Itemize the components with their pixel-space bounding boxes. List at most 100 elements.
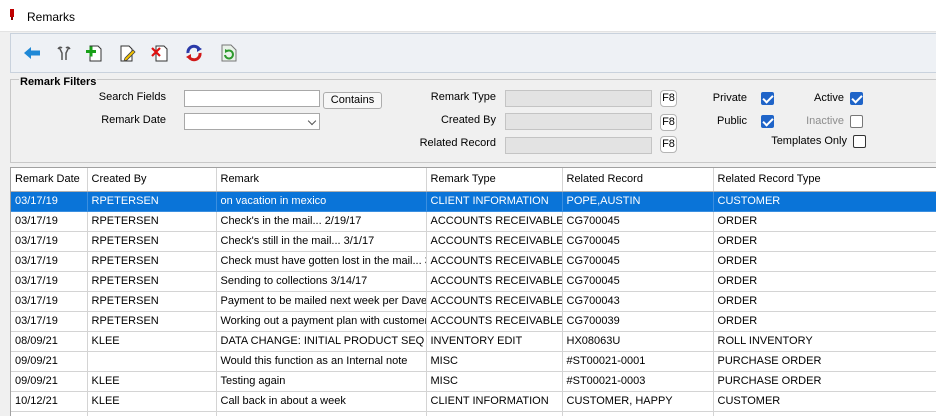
- search-fields-input[interactable]: [184, 90, 320, 107]
- cell-related-record-type: CUSTOMER: [713, 391, 936, 412]
- cell-remark-type: CLIENT INFORMATION: [426, 391, 563, 412]
- table-row[interactable]: 09/09/21 Would this function as an Inter…: [11, 351, 936, 372]
- related-record-label: Related Record: [419, 137, 496, 149]
- cell-remark-type: INVENTORY EDIT: [426, 331, 563, 352]
- cell-remark: Check's still in the mail... 3/1/17: [216, 231, 427, 252]
- back-arrow-icon: [24, 47, 40, 59]
- cell-created-by: [87, 351, 217, 372]
- cell-remark-date: 03/17/19: [11, 231, 88, 252]
- sync-icon: [186, 44, 202, 62]
- table-row[interactable]: 09/09/21 KLEE Testing again MISC #ST0002…: [11, 371, 936, 392]
- cell-related-record: #ST00021-0003: [562, 371, 714, 392]
- remark-type-input[interactable]: [505, 90, 652, 107]
- cell-remark-type: ACCOUNTS RECEIVABLE: [426, 251, 563, 272]
- table-row[interactable]: 10/12/21 KLEE Call back in about a week …: [11, 391, 936, 412]
- cell-related-record-type: CUSTOMER: [713, 191, 936, 212]
- delete-button[interactable]: [149, 42, 171, 64]
- table-row[interactable]: 03/17/19 RPETERSEN Check must have gotte…: [11, 251, 936, 272]
- created-by-input[interactable]: [505, 113, 652, 130]
- table-row[interactable]: 03/17/19 RPETERSEN Payment to be mailed …: [11, 291, 936, 312]
- column-header-remark-date[interactable]: Remark Date: [11, 168, 88, 192]
- title-bar: Remarks: [0, 0, 936, 32]
- cell-related-record-type: ORDER: [713, 271, 936, 292]
- remarks-grid: Remark Date Created By Remark Remark Typ…: [10, 167, 936, 416]
- active-checkbox[interactable]: [850, 92, 863, 105]
- cell-related-record: CG700045: [562, 271, 714, 292]
- cell-remark-type: ACCOUNTS RECEIVABLE: [426, 231, 563, 252]
- private-checkbox[interactable]: [761, 92, 774, 105]
- remark-date-label: Remark Date: [101, 114, 166, 126]
- cell-remark-type: ACCOUNTS RECEIVABLE: [426, 291, 563, 312]
- cell-created-by: KLEE: [87, 331, 217, 352]
- cell-created-by: RPETERSEN: [87, 271, 217, 292]
- delete-document-icon: [151, 45, 168, 62]
- column-header-remark-type[interactable]: Remark Type: [426, 168, 563, 192]
- created-by-f8-button[interactable]: F8: [660, 114, 677, 131]
- remark-date-dropdown[interactable]: [184, 113, 320, 130]
- column-header-related-record-type[interactable]: Related Record Type: [713, 168, 936, 192]
- refresh-button[interactable]: [218, 42, 240, 64]
- cell-remark-date: 08/09/21: [11, 331, 88, 352]
- cell-remark: Payment to be mailed next week per Dave: [216, 291, 427, 312]
- cell-created-by: RPETERSEN: [87, 291, 217, 312]
- table-row[interactable]: [11, 411, 936, 416]
- column-header-created-by[interactable]: Created By: [87, 168, 217, 192]
- cell-created-by: RPETERSEN: [87, 311, 217, 332]
- table-row[interactable]: 03/17/19 RPETERSEN Working out a payment…: [11, 311, 936, 332]
- cell-remark-date: 03/17/19: [11, 311, 88, 332]
- edit-button[interactable]: [116, 42, 138, 64]
- tools-button[interactable]: [53, 42, 75, 64]
- private-label: Private: [712, 92, 747, 104]
- cell-remark-type: MISC: [426, 351, 563, 372]
- edit-document-icon: [120, 45, 136, 62]
- cell-remark: Check's in the mail... 2/19/17: [216, 211, 427, 232]
- cell-created-by: KLEE: [87, 391, 217, 412]
- cell-remark: Check must have gotten lost in the mail.…: [216, 251, 427, 272]
- cell-related-record-type: ORDER: [713, 311, 936, 332]
- add-button[interactable]: [83, 42, 105, 64]
- cell-remark-type: MISC: [426, 371, 563, 392]
- table-row[interactable]: 03/17/19 RPETERSEN on vacation in mexico…: [11, 191, 936, 212]
- tools-icon: [57, 46, 71, 60]
- contains-button[interactable]: Contains: [323, 92, 382, 109]
- table-row[interactable]: 03/17/19 RPETERSEN Sending to collection…: [11, 271, 936, 292]
- sync-button[interactable]: [183, 42, 205, 64]
- cell-remark: DATA CHANGE: INITIAL PRODUCT SEQ #: [216, 331, 427, 352]
- remark-type-f8-button[interactable]: F8: [660, 90, 677, 107]
- related-record-input[interactable]: [505, 137, 652, 154]
- inactive-label: Inactive: [806, 115, 844, 127]
- refresh-icon: [221, 44, 237, 62]
- table-row[interactable]: 03/17/19 RPETERSEN Check's in the mail..…: [11, 211, 936, 232]
- public-label: Public: [717, 115, 747, 127]
- cell-remark-date: 03/17/19: [11, 251, 88, 272]
- cell-remark-date: 09/09/21: [11, 371, 88, 392]
- cell-related-record: CG700045: [562, 211, 714, 232]
- table-row[interactable]: 08/09/21 KLEE DATA CHANGE: INITIAL PRODU…: [11, 331, 936, 352]
- cell-remark-date: 03/17/19: [11, 291, 88, 312]
- templates-only-label: Templates Only: [771, 135, 847, 147]
- column-header-remark[interactable]: Remark: [216, 168, 427, 192]
- remark-filters-title: Remark Filters: [19, 76, 98, 88]
- cell-remark: on vacation in mexico: [216, 191, 427, 212]
- cell-related-record-type: ROLL INVENTORY: [713, 331, 936, 352]
- inactive-checkbox[interactable]: [850, 115, 863, 128]
- cell-remark-type: CLIENT INFORMATION: [426, 191, 563, 212]
- created-by-label: Created By: [440, 114, 496, 126]
- cell-remark-type: ACCOUNTS RECEIVABLE: [426, 211, 563, 232]
- public-checkbox[interactable]: [761, 115, 774, 128]
- back-button[interactable]: [21, 42, 43, 64]
- table-header-row: Remark Date Created By Remark Remark Typ…: [11, 168, 936, 192]
- related-record-f8-button[interactable]: F8: [660, 136, 677, 153]
- cell-related-record: CG700039: [562, 311, 714, 332]
- cell-remark-date: 03/17/19: [11, 211, 88, 232]
- cell-created-by: RPETERSEN: [87, 251, 217, 272]
- cell-created-by: RPETERSEN: [87, 231, 217, 252]
- remarks-table: Remark Date Created By Remark Remark Typ…: [11, 168, 936, 416]
- table-row[interactable]: 03/17/19 RPETERSEN Check's still in the …: [11, 231, 936, 252]
- templates-only-checkbox[interactable]: [853, 135, 866, 148]
- cell-related-record-type: ORDER: [713, 211, 936, 232]
- column-header-related-record[interactable]: Related Record: [562, 168, 714, 192]
- cell-created-by: RPETERSEN: [87, 211, 217, 232]
- cell-remark-date: 03/17/19: [11, 191, 88, 212]
- toolbar: [10, 33, 936, 73]
